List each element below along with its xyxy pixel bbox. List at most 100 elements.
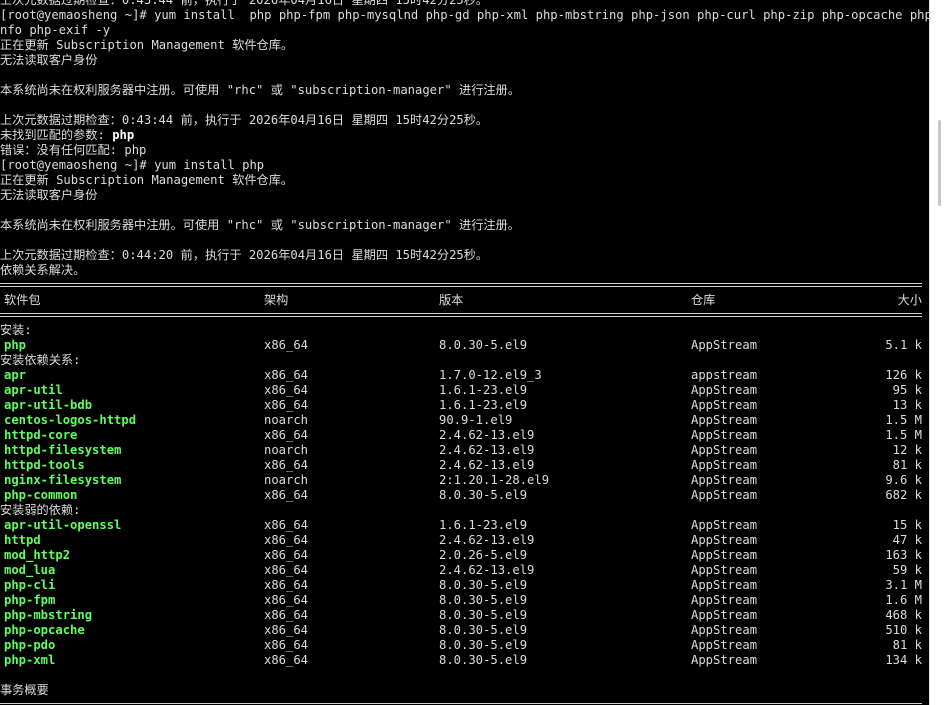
terminal-window[interactable]: 上次元数据过期检查：0:43:44 前，执行于 2026年04月16日 星期四 … (0, 0, 930, 705)
table-row: apr-util-bdb x86_64 1.6.1-23.el9 AppStream 1… (0, 398, 930, 413)
table-row: php-fpm x86_64 8.0.30-5.el9 AppStream 1.6 M (0, 593, 930, 608)
output-line: [root@yemaosheng ~]# yum install php (0, 158, 265, 172)
package-repo: AppStream (691, 638, 758, 652)
package-version: 2.4.62-13.el9 (439, 443, 535, 457)
package-arch: noarch (264, 473, 309, 487)
package-version: 8.0.30-5.el9 (439, 623, 528, 637)
package-repo: AppStream (691, 608, 758, 622)
package-size: 1.5 M (885, 413, 922, 427)
package-repo: AppStream (691, 383, 758, 397)
package-size: 1.6 M (885, 593, 922, 607)
package-repo: AppStream (691, 518, 758, 532)
table-row: php-common x86_64 8.0.30-5.el9 AppStream 682… (0, 488, 930, 503)
package-name: mod_http2 (4, 548, 71, 562)
package-name: php-opcache (4, 623, 85, 637)
package-arch: x86_64 (264, 338, 309, 352)
package-size: 12 k (892, 443, 922, 457)
package-repo: AppStream (691, 563, 758, 577)
package-name: php-mbstring (4, 608, 93, 622)
package-repo: AppStream (691, 338, 758, 352)
no-match-label: 未找到匹配的参数: (0, 128, 113, 142)
output-line: [root@yemaosheng ~]# yum install php php… (0, 8, 930, 22)
table-row: centos-logos-httpd noarch 90.9-1.el9 AppStr… (0, 413, 930, 428)
package-repo: AppStream (691, 533, 758, 547)
package-arch: x86_64 (264, 623, 309, 637)
package-repo: appstream (691, 368, 758, 382)
package-size: 81 k (892, 638, 922, 652)
output-line: 正在更新 Subscription Management 软件仓库。 (0, 38, 294, 52)
package-repo: AppStream (691, 443, 758, 457)
package-name: httpd-core (4, 428, 78, 442)
package-version: 8.0.30-5.el9 (439, 338, 528, 352)
table-row: php-mbstring x86_64 8.0.30-5.el9 AppStream 4… (0, 608, 930, 623)
package-name: apr (4, 368, 27, 382)
separator-line (0, 698, 930, 705)
output-line: 上次元数据过期检查：0:43:44 前，执行于 2026年04月16日 星期四 … (0, 0, 489, 7)
package-arch: x86_64 (264, 458, 309, 472)
package-name: php-pdo (4, 638, 56, 652)
table-row: httpd-filesystem noarch 2.4.62-13.el9 AppSt… (0, 443, 930, 458)
package-table: 安装: php x86_64 8.0.30-5.el9 AppStream 5.1 k 安装… (0, 323, 930, 668)
package-name: httpd-tools (4, 458, 85, 472)
package-size: 15 k (892, 518, 922, 532)
output-line: 本系统尚未在权利服务器中注册。可使用 "rhc" 或 "subscription… (0, 218, 520, 232)
table-row: apr-util-openssl x86_64 1.6.1-23.el9 AppStr… (0, 518, 930, 533)
package-size: 81 k (892, 458, 922, 472)
package-repo: AppStream (691, 458, 758, 472)
output-line: nfo php-exif -y (0, 23, 111, 37)
package-arch: noarch (264, 413, 309, 427)
scrollbar[interactable] (929, 0, 949, 705)
separator-line (0, 278, 930, 293)
package-arch: noarch (264, 443, 309, 457)
package-size: 134 k (885, 653, 922, 667)
package-arch: x86_64 (264, 608, 309, 622)
package-version: 2.4.62-13.el9 (439, 563, 535, 577)
output-line: 依赖关系解决。 (0, 263, 86, 277)
header-name: 软件包 (4, 293, 41, 307)
package-name: apr-util-openssl (4, 518, 122, 532)
summary-title: 事务概要 (0, 683, 49, 697)
package-version: 8.0.30-5.el9 (439, 593, 528, 607)
package-repo: AppStream (691, 428, 758, 442)
output-line: 本系统尚未在权利服务器中注册。可使用 "rhc" 或 "subscription… (0, 83, 520, 97)
section-title: 安装: (0, 323, 32, 337)
package-version: 2.4.62-13.el9 (439, 458, 535, 472)
output-line: 正在更新 Subscription Management 软件仓库。 (0, 173, 294, 187)
package-size: 126 k (885, 368, 922, 382)
package-arch: x86_64 (264, 533, 309, 547)
table-row: apr-util x86_64 1.6.1-23.el9 AppStream 95 k (0, 383, 930, 398)
package-name: php-common (4, 488, 78, 502)
package-name: php (4, 338, 27, 352)
package-arch: x86_64 (264, 428, 309, 442)
section-title: 安装依赖关系: (0, 353, 81, 367)
no-match-value: php (112, 128, 135, 142)
header-arch: 架构 (264, 293, 289, 307)
package-name: httpd (4, 533, 41, 547)
package-version: 2.4.62-13.el9 (439, 428, 535, 442)
package-version: 1.6.1-23.el9 (439, 518, 528, 532)
package-repo: AppStream (691, 488, 758, 502)
table-row: php x86_64 8.0.30-5.el9 AppStream 5.1 k (0, 338, 930, 353)
package-repo: AppStream (691, 653, 758, 667)
package-repo: AppStream (691, 578, 758, 592)
package-version: 2.0.26-5.el9 (439, 548, 528, 562)
output-block-mid: 错误：没有任何匹配: php [root@yemaosheng ~]# yum i… (0, 143, 930, 278)
scrollbar-thumb[interactable] (938, 120, 941, 206)
package-name: centos-logos-httpd (4, 413, 137, 427)
output-line: 上次元数据过期检查：0:43:44 前，执行于 2026年04月16日 星期四 … (0, 113, 489, 127)
package-repo: AppStream (691, 413, 758, 427)
no-match-line: 未找到匹配的参数: php (0, 128, 930, 143)
output-line: 上次元数据过期检查：0:44:20 前，执行于 2026年04月16日 星期四 … (0, 248, 489, 262)
package-arch: x86_64 (264, 563, 309, 577)
table-header: 软件包 架构 版本 仓库 大小 (0, 293, 930, 308)
package-version: 8.0.30-5.el9 (439, 608, 528, 622)
output-block-top: 上次元数据过期检查：0:43:44 前，执行于 2026年04月16日 星期四 … (0, 0, 930, 128)
package-repo: AppStream (691, 473, 758, 487)
package-name: php-xml (4, 653, 56, 667)
package-version: 2:1.20.1-28.el9 (439, 473, 550, 487)
separator-line (0, 308, 930, 323)
package-name: apr-util-bdb (4, 398, 93, 412)
package-arch: x86_64 (264, 518, 309, 532)
output-line: 无法读取客户身份 (0, 188, 98, 202)
